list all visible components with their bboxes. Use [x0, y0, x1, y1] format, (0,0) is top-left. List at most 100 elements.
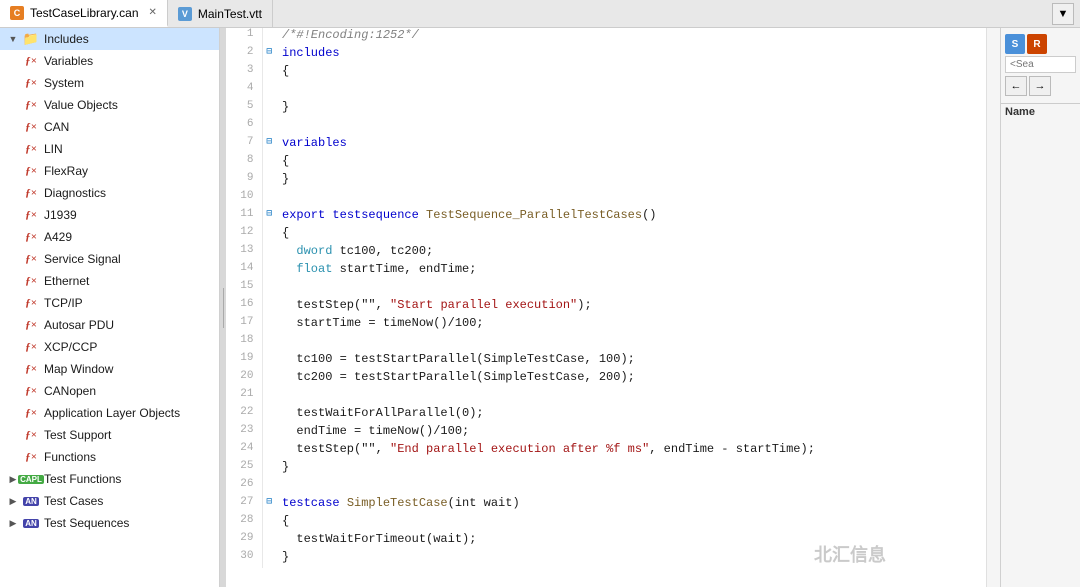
line-code[interactable]	[276, 190, 986, 208]
table-row: 24 testStep("", "End parallel execution …	[226, 442, 986, 460]
line-code[interactable]	[276, 478, 986, 496]
right-arrows: ← →	[1005, 73, 1076, 99]
right-search-input[interactable]	[1005, 56, 1076, 73]
sidebar-item-diagnostics[interactable]: ƒ× Diagnostics	[0, 182, 219, 204]
sidebar-item-functions[interactable]: ƒ× Functions	[0, 446, 219, 468]
prev-result-button[interactable]: ←	[1005, 76, 1027, 96]
collapse-arrow-test-functions[interactable]: ▶	[8, 474, 18, 485]
fold-indicator	[262, 460, 276, 478]
sidebar-item-service-signal[interactable]: ƒ× Service Signal	[0, 248, 219, 270]
sidebar-item-value-objects[interactable]: ƒ× Value Objects	[0, 94, 219, 116]
collapse-arrow-test-sequences[interactable]: ▶	[8, 518, 18, 529]
line-code[interactable]: variables	[276, 136, 986, 154]
tab-maintest[interactable]: V MainTest.vtt	[168, 0, 273, 27]
line-code[interactable]: testStep("", "End parallel execution aft…	[276, 442, 986, 460]
sx-icon-j1939: ƒ×	[23, 207, 39, 223]
folder-icon-includes: 📁	[23, 31, 39, 47]
line-code[interactable]	[276, 118, 986, 136]
line-code[interactable]: tc200 = testStartParallel(SimpleTestCase…	[276, 370, 986, 388]
sidebar-item-tcpip[interactable]: ƒ× TCP/IP	[0, 292, 219, 314]
sx-icon-map-window: ƒ×	[23, 361, 39, 377]
sidebar-item-ethernet[interactable]: ƒ× Ethernet	[0, 270, 219, 292]
sidebar-item-test-sequences[interactable]: ▶ AN Test Sequences	[0, 512, 219, 534]
sidebar-item-xcp-ccp[interactable]: ƒ× XCP/CCP	[0, 336, 219, 358]
collapse-arrow-includes[interactable]: ▼	[8, 34, 18, 44]
sx-icon-lin: ƒ×	[23, 141, 39, 157]
editor-main: 1/*#!Encoding:1252*/2⊟includes3{45}67⊟va…	[226, 28, 986, 587]
sidebar-item-test-support[interactable]: ƒ× Test Support	[0, 424, 219, 446]
line-number: 1	[226, 28, 262, 46]
sidebar-label-test-sequences: Test Sequences	[44, 516, 129, 530]
line-code[interactable]: testWaitForAllParallel(0);	[276, 406, 986, 424]
line-code[interactable]: {	[276, 154, 986, 172]
sidebar-item-test-functions[interactable]: ▶ CAPL Test Functions	[0, 468, 219, 490]
next-result-button[interactable]: →	[1029, 76, 1051, 96]
line-code[interactable]: {	[276, 514, 986, 532]
line-code[interactable]: testWaitForTimeout(wait);	[276, 532, 986, 550]
sidebar-item-variables[interactable]: ƒ× Variables	[0, 50, 219, 72]
table-row: 19 tc100 = testStartParallel(SimpleTestC…	[226, 352, 986, 370]
fold-indicator[interactable]: ⊟	[262, 136, 276, 154]
sidebar-item-a429[interactable]: ƒ× A429	[0, 226, 219, 248]
line-number: 9	[226, 172, 262, 190]
line-code[interactable]	[276, 280, 986, 298]
sidebar-label-tcpip: TCP/IP	[44, 296, 83, 310]
sidebar-item-flexray[interactable]: ƒ× FlexRay	[0, 160, 219, 182]
sidebar-item-j1939[interactable]: ƒ× J1939	[0, 204, 219, 226]
collapse-arrow-test-cases[interactable]: ▶	[8, 496, 18, 507]
sidebar-item-can[interactable]: ƒ× CAN	[0, 116, 219, 138]
sidebar-item-lin[interactable]: ƒ× LIN	[0, 138, 219, 160]
sidebar-label-canopen: CANopen	[44, 384, 96, 398]
line-code[interactable]: }	[276, 172, 986, 190]
line-code[interactable]: includes	[276, 46, 986, 64]
sidebar-item-canopen[interactable]: ƒ× CANopen	[0, 380, 219, 402]
title-bar-right: ▼	[1052, 3, 1080, 25]
line-code[interactable]: float startTime, endTime;	[276, 262, 986, 280]
table-row: 15	[226, 280, 986, 298]
sx-icon-system: ƒ×	[23, 75, 39, 91]
tab-close-testcase[interactable]: ✕	[149, 7, 157, 18]
line-code[interactable]	[276, 82, 986, 100]
line-code[interactable]	[276, 388, 986, 406]
line-code[interactable]: startTime = timeNow()/100;	[276, 316, 986, 334]
sidebar-item-includes[interactable]: ▼ 📁 Includes	[0, 28, 219, 50]
sidebar-label-map-window: Map Window	[44, 362, 113, 376]
fold-indicator[interactable]: ⊟	[262, 208, 276, 226]
line-number: 16	[226, 298, 262, 316]
sidebar-item-application-layer[interactable]: ƒ× Application Layer Objects	[0, 402, 219, 424]
line-code[interactable]: }	[276, 550, 986, 568]
line-code[interactable]: testStep("", "Start parallel execution")…	[276, 298, 986, 316]
table-row: 2⊟includes	[226, 46, 986, 64]
fold-indicator[interactable]: ⊟	[262, 46, 276, 64]
vertical-scrollbar[interactable]	[986, 28, 1000, 587]
line-code[interactable]: /*#!Encoding:1252*/	[276, 28, 986, 46]
line-code[interactable]: }	[276, 100, 986, 118]
line-code[interactable]: export testsequence TestSequence_Paralle…	[276, 208, 986, 226]
line-code[interactable]: {	[276, 226, 986, 244]
sidebar-item-test-cases[interactable]: ▶ AN Test Cases	[0, 490, 219, 512]
line-number: 30	[226, 550, 262, 568]
line-number: 27	[226, 496, 262, 514]
line-code[interactable]: endTime = timeNow()/100;	[276, 424, 986, 442]
line-number: 26	[226, 478, 262, 496]
line-code[interactable]: {	[276, 64, 986, 82]
sidebar-item-map-window[interactable]: ƒ× Map Window	[0, 358, 219, 380]
title-dropdown-btn[interactable]: ▼	[1052, 3, 1074, 25]
table-row: 26	[226, 478, 986, 496]
line-code[interactable]	[276, 334, 986, 352]
line-code[interactable]: dword tc100, tc200;	[276, 244, 986, 262]
tab-icon-maintest: V	[178, 7, 192, 21]
sidebar-label-value-objects: Value Objects	[44, 98, 118, 112]
tab-testcase[interactable]: C TestCaseLibrary.can ✕	[0, 0, 168, 27]
sidebar-item-system[interactable]: ƒ× System	[0, 72, 219, 94]
line-code[interactable]: testcase SimpleTestCase(int wait)	[276, 496, 986, 514]
table-row: 4	[226, 82, 986, 100]
sidebar-label-variables: Variables	[44, 54, 93, 68]
sidebar-item-autosar-pdu[interactable]: ƒ× Autosar PDU	[0, 314, 219, 336]
line-code[interactable]: tc100 = testStartParallel(SimpleTestCase…	[276, 352, 986, 370]
table-row: 21	[226, 388, 986, 406]
code-editor[interactable]: 1/*#!Encoding:1252*/2⊟includes3{45}67⊟va…	[226, 28, 986, 587]
fold-indicator[interactable]: ⊟	[262, 496, 276, 514]
sidebar-label-includes: Includes	[44, 32, 89, 46]
line-code[interactable]: }	[276, 460, 986, 478]
